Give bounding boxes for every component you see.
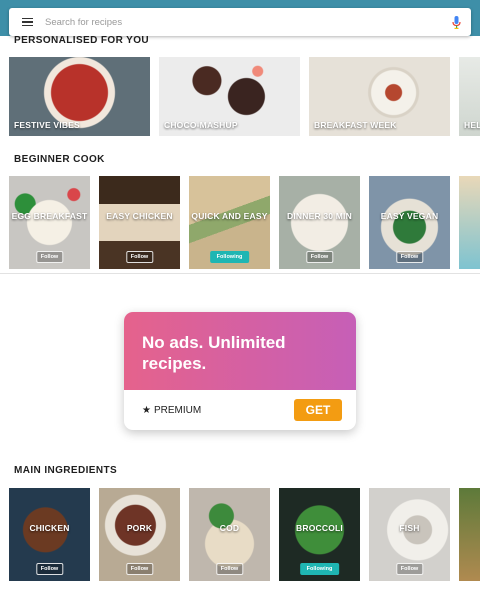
search-bar (9, 8, 471, 36)
promo-headline: No ads. Unlimited recipes. (142, 333, 286, 373)
collection-tile-partial[interactable] (459, 176, 480, 269)
collection-tile-broccoli[interactable]: BROCCOLI Following (279, 488, 360, 581)
follow-button[interactable]: Follow (215, 563, 244, 575)
collection-label: HEL (464, 120, 480, 130)
collection-tile-choco-mashup[interactable]: CHOCO-MASHUP (159, 57, 300, 136)
collection-tile-chicken[interactable]: CHICKEN Follow (9, 488, 90, 581)
follow-button[interactable]: Follow (35, 563, 64, 575)
following-button[interactable]: Following (299, 563, 340, 575)
microphone-icon[interactable] (441, 8, 471, 36)
collection-label: DINNER 30 MIN (287, 211, 352, 221)
collection-tile-dinner-30-min[interactable]: DINNER 30 MIN Follow (279, 176, 360, 269)
section-title-beginner: BEGINNER COOK (14, 154, 105, 165)
collection-tile-egg-breakfast[interactable]: EGG BREAKFAST Follow (9, 176, 90, 269)
collection-tile-pork[interactable]: PORK Follow (99, 488, 180, 581)
collection-tile-festive-vibes[interactable]: FESTIVE VIBES (9, 57, 150, 136)
section-title-ingredients: MAIN INGREDIENTS (14, 465, 118, 476)
premium-label: ★ PREMIUM (142, 405, 201, 416)
collection-tile-hel[interactable]: HEL (459, 57, 480, 136)
collection-tile-partial[interactable] (459, 488, 480, 581)
follow-button[interactable]: Follow (35, 251, 64, 263)
collection-label: BREAKFAST WEEK (314, 120, 397, 130)
following-button[interactable]: Following (209, 251, 250, 263)
collection-tile-easy-vegan[interactable]: EASY VEGAN Follow (369, 176, 450, 269)
promo-footer: ★ PREMIUM GET (124, 390, 356, 430)
premium-text: PREMIUM (153, 404, 202, 416)
collection-label: CHOCO-MASHUP (164, 120, 238, 130)
premium-promo-card[interactable]: No ads. Unlimited recipes. ★ PREMIUM GET (124, 312, 356, 430)
follow-button[interactable]: Follow (305, 251, 334, 263)
section-divider (0, 273, 480, 274)
search-input[interactable] (45, 16, 441, 28)
collection-label: FESTIVE VIBES (14, 120, 80, 130)
menu-icon[interactable] (9, 8, 45, 36)
get-premium-button[interactable]: GET (294, 399, 342, 421)
follow-button[interactable]: Follow (125, 251, 154, 263)
collection-label: EASY VEGAN (380, 211, 439, 221)
collection-tile-fish[interactable]: FISH Follow (369, 488, 450, 581)
collection-label: EGG BREAKFAST (11, 211, 88, 221)
collection-label: EASY CHICKEN (106, 211, 173, 221)
collection-label: FISH (399, 523, 420, 533)
follow-button[interactable]: Follow (125, 563, 154, 575)
follow-button[interactable]: Follow (395, 563, 424, 575)
section-title-personalised: PERSONALISED FOR YOU (14, 35, 150, 46)
personalised-row: FESTIVE VIBES CHOCO-MASHUP BREAKFAST WEE… (9, 57, 480, 136)
collection-label: PORK (126, 523, 153, 533)
collection-label: BROCCOLI (296, 523, 343, 533)
ingredients-row: CHICKEN Follow PORK Follow COD Follow BR… (9, 488, 480, 581)
collection-label: COD (219, 523, 240, 533)
collection-tile-easy-chicken[interactable]: EASY CHICKEN Follow (99, 176, 180, 269)
follow-button[interactable]: Follow (395, 251, 424, 263)
beginner-row: EGG BREAKFAST Follow EASY CHICKEN Follow… (9, 176, 480, 269)
star-icon: ★ (142, 404, 151, 416)
collection-tile-quick-and-easy[interactable]: QUICK AND EASY Following (189, 176, 270, 269)
promo-banner: No ads. Unlimited recipes. (124, 312, 356, 390)
collection-label: QUICK AND EASY (191, 211, 268, 221)
collection-tile-cod[interactable]: COD Follow (189, 488, 270, 581)
collection-tile-breakfast-week[interactable]: BREAKFAST WEEK (309, 57, 450, 136)
collection-label: CHICKEN (29, 523, 70, 533)
